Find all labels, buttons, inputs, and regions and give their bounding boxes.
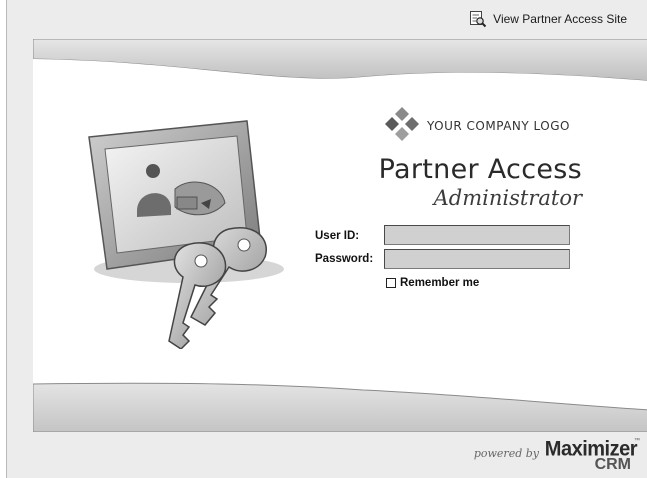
crm-brand: CRM bbox=[594, 456, 631, 473]
company-logo: YOUR COMPANY LOGO bbox=[383, 101, 570, 147]
view-partner-site-label: View Partner Access Site bbox=[493, 12, 627, 26]
remember-me-checkbox[interactable] bbox=[386, 278, 396, 288]
login-panel: YOUR COMPANY LOGO Partner Access Adminis… bbox=[33, 89, 647, 380]
view-partner-site-link[interactable]: View Partner Access Site bbox=[469, 9, 627, 29]
user-id-label: User ID: bbox=[315, 230, 360, 242]
password-label: Password: bbox=[315, 253, 374, 265]
password-field[interactable] bbox=[384, 249, 570, 269]
app-subtitle: Administrator bbox=[433, 186, 582, 210]
remember-me-label: Remember me bbox=[400, 277, 480, 289]
remember-me-option[interactable]: Remember me bbox=[386, 277, 479, 289]
trademark-symbol: ™ bbox=[634, 438, 640, 444]
page-frame: View Partner Access Site YOUR COMPANY LO… bbox=[6, 0, 647, 478]
company-logo-text: YOUR COMPANY LOGO bbox=[427, 119, 570, 133]
monitor-keys-illustration bbox=[88, 120, 284, 349]
diamond-cluster-logo bbox=[385, 107, 419, 141]
user-id-field[interactable] bbox=[384, 225, 570, 245]
app-title: Partner Access bbox=[378, 154, 582, 185]
powered-by-branding: powered by Maximizer ™ CRM bbox=[457, 437, 640, 474]
powered-by-text: powered by bbox=[473, 447, 539, 460]
magnifier-document-icon bbox=[469, 10, 487, 28]
footer-band bbox=[33, 380, 647, 432]
header-band bbox=[33, 39, 647, 89]
